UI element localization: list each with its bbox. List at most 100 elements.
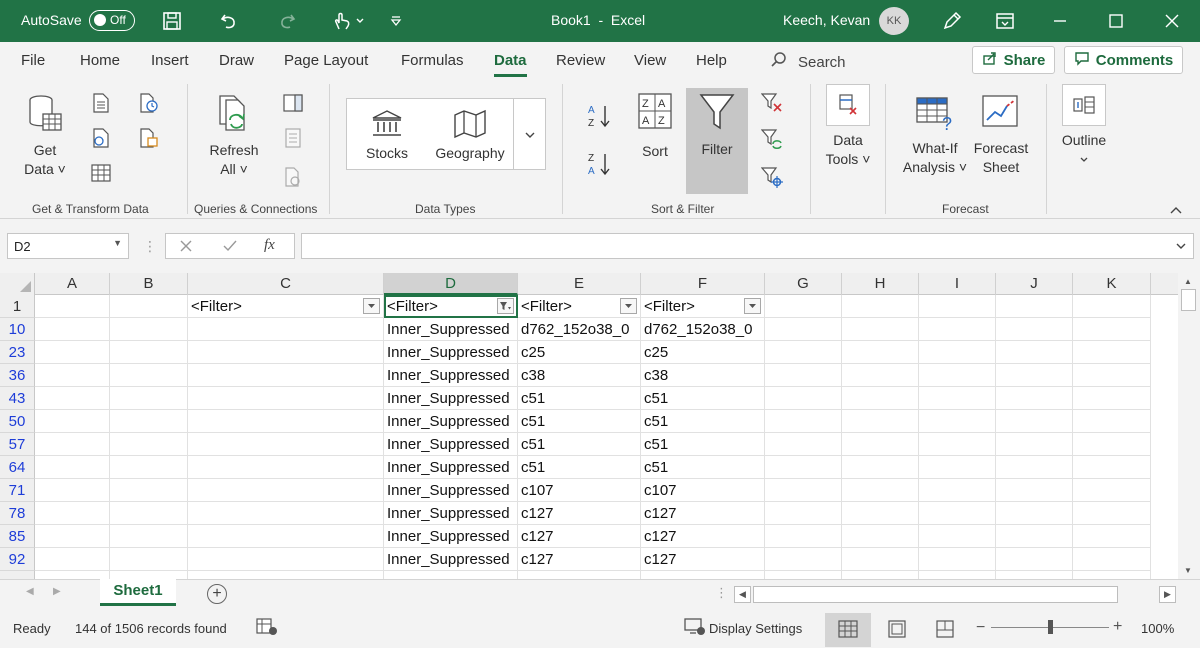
clear-filter-icon[interactable]	[761, 92, 783, 114]
cell-k[interactable]	[1073, 502, 1151, 525]
cell-b[interactable]	[110, 525, 188, 548]
cell-k[interactable]	[1073, 387, 1151, 410]
cell-e[interactable]: d762_152o38_0	[518, 318, 641, 341]
row-header[interactable]: 57	[0, 433, 35, 456]
refresh-all-button[interactable]: Refresh All ˅	[206, 94, 262, 179]
cell-h[interactable]	[842, 364, 919, 387]
cell-c[interactable]	[188, 571, 384, 579]
cell-h[interactable]	[842, 318, 919, 341]
cell-b[interactable]	[110, 479, 188, 502]
cell-h[interactable]	[842, 341, 919, 364]
zoom-out-button[interactable]: −	[976, 619, 985, 637]
cell-i[interactable]	[919, 548, 996, 571]
filter-applied-icon[interactable]	[497, 298, 514, 314]
tab-view[interactable]: View	[634, 52, 666, 69]
cell-k[interactable]	[1073, 410, 1151, 433]
row-header[interactable]: 50	[0, 410, 35, 433]
cell-h[interactable]	[842, 456, 919, 479]
cell-f[interactable]	[641, 571, 765, 579]
filter-dropdown-icon[interactable]	[620, 298, 637, 314]
cell-b[interactable]	[110, 548, 188, 571]
cell-g[interactable]	[765, 456, 842, 479]
cell-h[interactable]	[842, 410, 919, 433]
page-layout-view-button[interactable]	[874, 613, 920, 647]
touch-mode-icon[interactable]	[328, 9, 368, 33]
tab-insert[interactable]: Insert	[151, 52, 189, 69]
gallery-more-button[interactable]	[513, 99, 545, 169]
cell-d[interactable]: Inner_Suppressed	[384, 364, 518, 387]
what-if-analysis-button[interactable]: ? What-If Analysis ˅	[898, 94, 972, 177]
horizontal-scroll-thumb[interactable]	[753, 586, 1118, 603]
cell-g[interactable]	[765, 318, 842, 341]
cell-e[interactable]: c127	[518, 548, 641, 571]
expand-formula-bar-icon[interactable]	[1175, 239, 1187, 254]
cell-j[interactable]	[996, 525, 1073, 548]
cell-f[interactable]: c51	[641, 433, 765, 456]
row-header[interactable]	[0, 571, 35, 579]
save-icon[interactable]	[160, 9, 184, 33]
cell-g[interactable]	[765, 525, 842, 548]
cell-c[interactable]	[188, 318, 384, 341]
row-header[interactable]: 85	[0, 525, 35, 548]
cell-j[interactable]	[996, 295, 1073, 318]
cell-e[interactable]: c127	[518, 502, 641, 525]
cell-h[interactable]	[842, 571, 919, 579]
cell-j[interactable]	[996, 502, 1073, 525]
sort-z-to-a-icon[interactable]: ZA	[586, 150, 612, 178]
column-header-c[interactable]: C	[188, 273, 384, 295]
column-header-d[interactable]: D	[384, 273, 518, 295]
autosave-toggle[interactable]: Off	[89, 10, 135, 31]
properties-icon[interactable]	[282, 127, 304, 149]
cell-f[interactable]: c51	[641, 387, 765, 410]
cell-i[interactable]	[919, 410, 996, 433]
sheet-tab-sheet1[interactable]: Sheet1	[100, 579, 176, 606]
cell-j[interactable]	[996, 341, 1073, 364]
tab-file[interactable]: File	[21, 52, 45, 69]
cell-j[interactable]	[996, 410, 1073, 433]
cell-k[interactable]	[1073, 341, 1151, 364]
cell-i[interactable]	[919, 387, 996, 410]
filter-dropdown-icon[interactable]	[363, 298, 380, 314]
cell-b[interactable]	[110, 295, 188, 318]
cell-k[interactable]	[1073, 318, 1151, 341]
user-name[interactable]: Keech, Kevan	[783, 12, 870, 28]
name-box[interactable]: D2 ▼	[7, 233, 129, 259]
cell-d[interactable]: Inner_Suppressed	[384, 456, 518, 479]
sort-button[interactable]: ZAAZ Sort	[632, 92, 678, 161]
cell-h[interactable]	[842, 295, 919, 318]
cell-a[interactable]	[35, 295, 110, 318]
cell-k[interactable]	[1073, 364, 1151, 387]
cell-d[interactable]: Inner_Suppressed	[384, 525, 518, 548]
cell-f[interactable]: c127	[641, 548, 765, 571]
cell-c[interactable]	[188, 456, 384, 479]
cell-f[interactable]: c127	[641, 525, 765, 548]
cell-e[interactable]: c51	[518, 456, 641, 479]
sort-a-to-z-icon[interactable]: AZ	[586, 102, 612, 130]
customize-qat-icon[interactable]	[384, 9, 408, 33]
cell-a[interactable]	[35, 364, 110, 387]
zoom-level[interactable]: 100%	[1141, 621, 1174, 636]
page-break-view-button[interactable]	[922, 613, 968, 647]
cell-k[interactable]	[1073, 456, 1151, 479]
cell-a[interactable]	[35, 548, 110, 571]
cell-g[interactable]	[765, 387, 842, 410]
cell-c[interactable]	[188, 479, 384, 502]
cell-b[interactable]	[110, 571, 188, 579]
cell-c[interactable]	[188, 548, 384, 571]
cell-e[interactable]: c51	[518, 410, 641, 433]
cell-g[interactable]	[765, 571, 842, 579]
row-header[interactable]: 64	[0, 456, 35, 479]
worksheet-grid[interactable]: ABCDEFGHIJK 1 <Filter> <Filter> <Filter> <Fi…	[0, 273, 1178, 579]
cell-j[interactable]	[996, 433, 1073, 456]
row-header[interactable]: 36	[0, 364, 35, 387]
cell-i[interactable]	[919, 295, 996, 318]
cell-g[interactable]	[765, 479, 842, 502]
cell-g[interactable]	[765, 502, 842, 525]
cell-j[interactable]	[996, 571, 1073, 579]
cell-b[interactable]	[110, 341, 188, 364]
cell-d[interactable]: Inner_Suppressed	[384, 341, 518, 364]
minimize-icon[interactable]	[1048, 9, 1072, 33]
cell-i[interactable]	[919, 433, 996, 456]
scroll-left-icon[interactable]: ◀	[734, 586, 751, 603]
cell-d[interactable]	[384, 571, 518, 579]
